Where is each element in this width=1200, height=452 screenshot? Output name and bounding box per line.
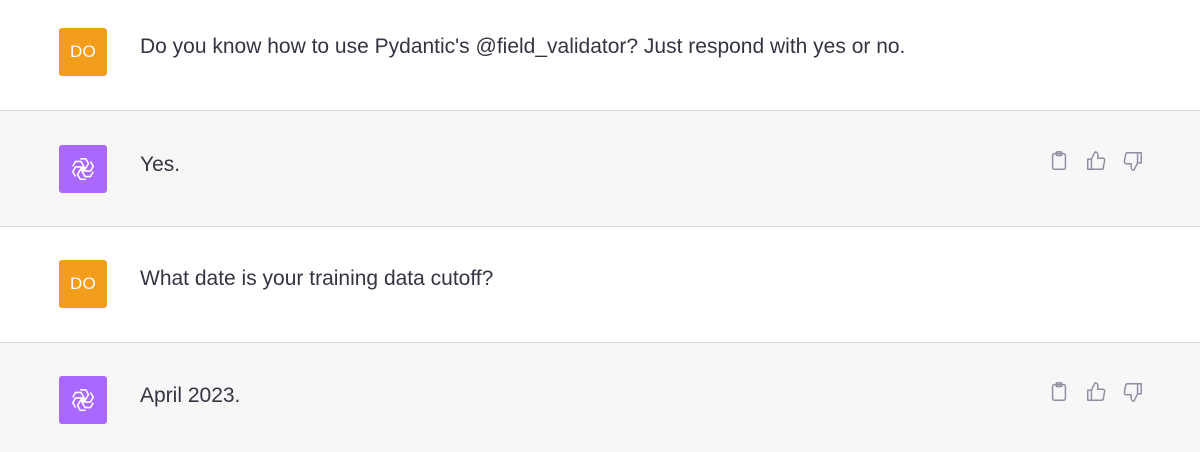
copy-button[interactable] — [1048, 150, 1070, 172]
user-avatar-initials: DO — [69, 42, 97, 61]
thumbs-down-icon — [1123, 383, 1142, 402]
thumbs-down-button[interactable] — [1122, 381, 1144, 403]
thumbs-up-button[interactable] — [1085, 381, 1107, 403]
user-avatar: DO — [59, 260, 107, 308]
user-avatar: DO — [59, 28, 107, 76]
assistant-avatar — [59, 145, 107, 193]
chat-thread: DO Do you know how to use Pydantic's @fi… — [0, 0, 1200, 452]
openai-logo-icon — [71, 388, 95, 412]
user-message: DO What date is your training data cutof… — [0, 226, 1200, 342]
user-avatar-initials: DO — [69, 274, 97, 293]
thumbs-down-button[interactable] — [1122, 150, 1144, 172]
message-text: Yes. — [140, 153, 181, 176]
assistant-message: Yes. — [0, 110, 1200, 226]
copy-icon — [1051, 382, 1067, 401]
thumbs-up-icon — [1087, 151, 1106, 170]
user-message: DO Do you know how to use Pydantic's @fi… — [0, 0, 1200, 110]
message-text: Do you know how to use Pydantic's @field… — [140, 35, 906, 58]
thumbs-up-button[interactable] — [1085, 150, 1107, 172]
copy-icon — [1051, 151, 1067, 170]
thumbs-up-icon — [1087, 382, 1106, 401]
message-actions — [1048, 150, 1144, 172]
message-actions — [1048, 381, 1144, 403]
thumbs-down-icon — [1123, 152, 1142, 171]
message-text: What date is your training data cutoff? — [140, 267, 494, 290]
message-text: April 2023. — [140, 384, 241, 407]
assistant-message: April 2023. — [0, 342, 1200, 452]
copy-button[interactable] — [1048, 381, 1070, 403]
assistant-avatar — [59, 376, 107, 424]
openai-logo-icon — [71, 157, 95, 181]
